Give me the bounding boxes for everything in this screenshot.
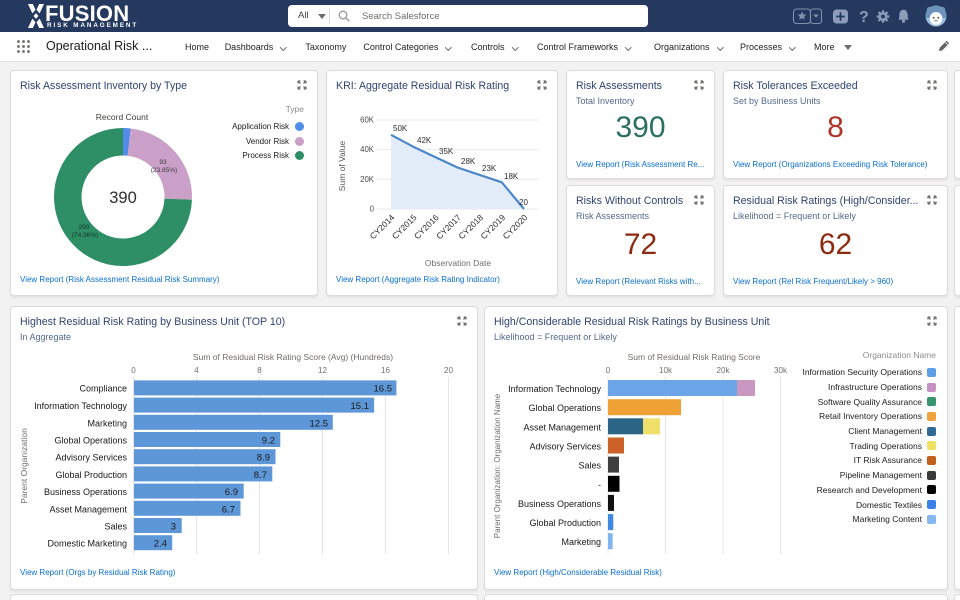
svg-text:Global Operations: Global Operations	[54, 436, 127, 446]
svg-text:60K: 60K	[360, 116, 375, 125]
svg-text:Asset Management: Asset Management	[49, 504, 127, 514]
svg-text:20K: 20K	[360, 175, 375, 184]
svg-text:2.4: 2.4	[154, 539, 167, 550]
svg-text:35K: 35K	[439, 147, 454, 156]
svg-text:Compliance: Compliance	[79, 384, 127, 394]
svg-text:8.7: 8.7	[254, 470, 267, 481]
svg-text:6.7: 6.7	[222, 504, 235, 515]
svg-text:Sales: Sales	[578, 461, 601, 471]
svg-text:6.9: 6.9	[225, 487, 238, 498]
svg-text:Advisory Services: Advisory Services	[55, 453, 127, 463]
svg-text:20: 20	[444, 366, 453, 375]
svg-text:0: 0	[606, 366, 611, 375]
svg-text:Observation Date: Observation Date	[425, 258, 491, 268]
svg-text:Asset Management: Asset Management	[523, 422, 601, 432]
svg-text:10k: 10k	[659, 366, 673, 375]
svg-text:Information Technology: Information Technology	[34, 401, 127, 411]
svg-text:Advisory Services: Advisory Services	[529, 442, 601, 452]
svg-text:Marketing: Marketing	[87, 418, 127, 428]
svg-text:16.5: 16.5	[374, 384, 393, 395]
svg-text:Global Operations: Global Operations	[528, 403, 601, 413]
svg-text:30k: 30k	[774, 366, 788, 375]
svg-text:?: ?	[859, 9, 869, 26]
svg-text:15.1: 15.1	[351, 401, 370, 412]
svg-text:Domestic Marketing: Domestic Marketing	[47, 539, 127, 549]
svg-text:12: 12	[318, 366, 327, 375]
svg-text:-: -	[598, 480, 601, 490]
svg-text:0: 0	[370, 205, 375, 214]
svg-text:23K: 23K	[482, 164, 497, 173]
svg-text:390: 390	[109, 189, 137, 207]
svg-text:Sum of Residual Risk Rating Sc: Sum of Residual Risk Rating Score (Avg) …	[193, 352, 393, 362]
svg-text:16: 16	[381, 366, 390, 375]
svg-text:Marketing: Marketing	[561, 537, 601, 547]
svg-text:0: 0	[131, 366, 136, 375]
svg-text:8.9: 8.9	[257, 453, 270, 464]
svg-text:Sum of Value: Sum of Value	[337, 141, 347, 192]
svg-text:Business Operations: Business Operations	[44, 487, 128, 497]
svg-text:Business Operations: Business Operations	[518, 499, 602, 509]
svg-text:Record Count: Record Count	[96, 112, 149, 122]
svg-text:3: 3	[171, 522, 176, 533]
svg-text:(23.85%): (23.85%)	[151, 167, 177, 174]
svg-text:20k: 20k	[717, 366, 731, 375]
svg-text:18K: 18K	[504, 172, 519, 181]
svg-text:Global Production: Global Production	[529, 518, 601, 528]
svg-text:12.5: 12.5	[310, 418, 329, 429]
svg-text:20: 20	[519, 198, 528, 207]
svg-text:Information Technology: Information Technology	[508, 384, 601, 394]
svg-text:50K: 50K	[393, 124, 408, 133]
svg-text:93: 93	[159, 159, 167, 166]
svg-text:4: 4	[194, 366, 199, 375]
svg-text:CY2020: CY2020	[501, 212, 530, 241]
svg-text:40K: 40K	[360, 145, 375, 154]
svg-text:Parent Organization: Organizat: Parent Organization: Organization Name	[493, 393, 502, 538]
svg-text:8: 8	[257, 366, 262, 375]
svg-text:Global Production: Global Production	[55, 470, 127, 480]
svg-text:(74.36%): (74.36%)	[72, 232, 98, 239]
svg-text:290: 290	[79, 224, 90, 231]
svg-text:28K: 28K	[461, 157, 476, 166]
svg-text:42K: 42K	[417, 136, 432, 145]
svg-text:Sales: Sales	[104, 522, 127, 532]
svg-text:Sum of Residual Risk Rating Sc: Sum of Residual Risk Rating Score	[628, 352, 761, 362]
svg-text:Parent Organization: Parent Organization	[19, 428, 29, 504]
svg-text:9.2: 9.2	[262, 436, 275, 447]
